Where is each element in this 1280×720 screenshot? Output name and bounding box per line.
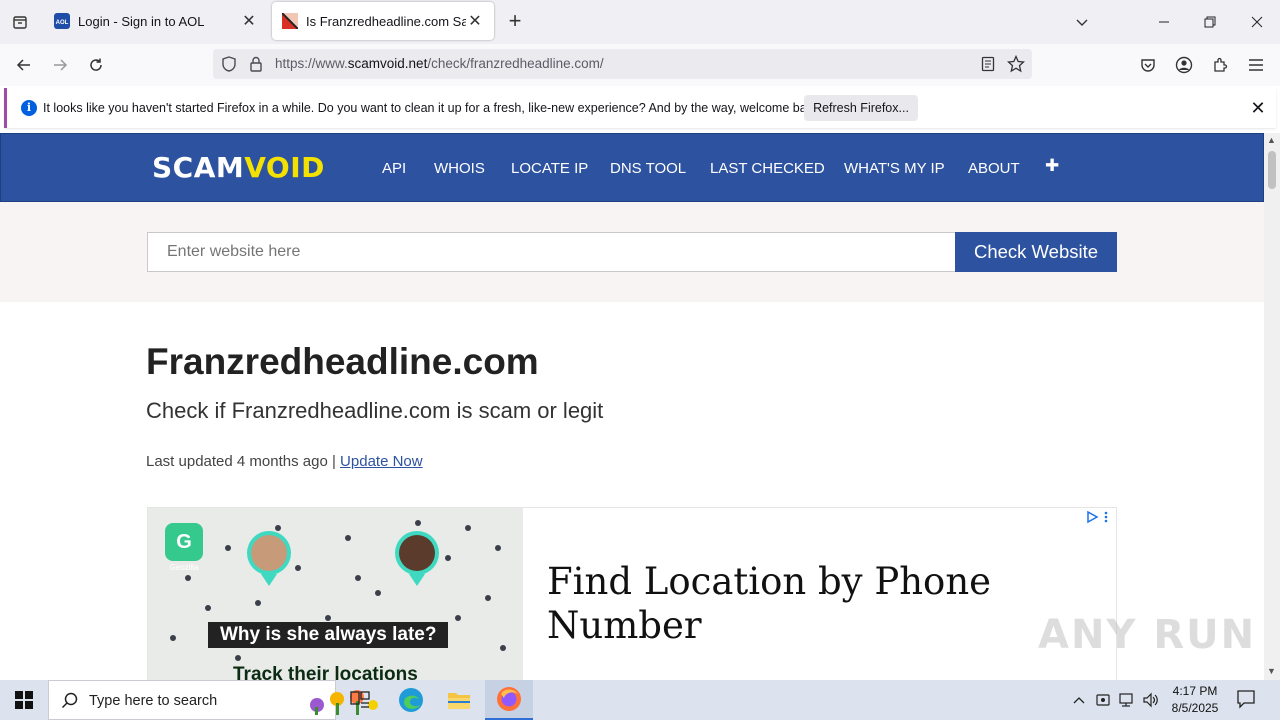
notification-message: It looks like you haven't started Firefo… (43, 101, 823, 115)
page-viewport: SCAMVOID API WHOIS LOCATE IP DNS TOOL LA… (0, 133, 1264, 680)
close-tab-icon[interactable]: ✕ (240, 12, 258, 30)
ad-headline[interactable]: Find Location by Phone Number (547, 560, 1047, 648)
taskbar-search-placeholder: Type here to search (89, 693, 218, 709)
nav-whats-my-ip[interactable]: WHAT'S MY IP (844, 160, 945, 177)
reload-icon[interactable] (82, 52, 110, 78)
meet-now-icon[interactable] (1093, 690, 1113, 710)
minimize-window-icon[interactable] (1150, 8, 1178, 36)
edge-browser-icon[interactable] (387, 680, 435, 720)
tracking-protection-shield-icon[interactable] (221, 56, 237, 77)
refresh-firefox-button[interactable]: Refresh Firefox... (804, 95, 918, 121)
info-icon: i (21, 100, 37, 116)
nav-more-plus-icon[interactable]: ✚ (1045, 156, 1059, 176)
advertisement[interactable]: G Geozilla Why is she always late? Track… (147, 507, 1117, 680)
extensions-icon[interactable] (1206, 52, 1234, 78)
account-icon[interactable] (1170, 52, 1198, 78)
tab-title: Login - Sign in to AOL (78, 13, 205, 29)
nav-about[interactable]: ABOUT (968, 160, 1020, 177)
aol-favicon-icon: AOL (54, 13, 70, 29)
taskbar-clock[interactable]: 4:17 PM 8/5/2025 (1160, 683, 1230, 717)
file-explorer-icon[interactable] (435, 680, 483, 720)
last-updated: Last updated 4 months ago | Update Now (146, 453, 423, 470)
taskbar-search-box[interactable]: Type here to search (48, 680, 378, 720)
task-view-icon[interactable] (336, 680, 384, 720)
new-tab-button[interactable]: + (503, 10, 527, 34)
last-updated-text: Last updated 4 months ago | (146, 453, 336, 470)
nav-dns-tool[interactable]: DNS TOOL (610, 160, 686, 177)
back-arrow-icon[interactable] (10, 52, 38, 78)
ad-crowd-illustration: G Geozilla (148, 508, 523, 680)
list-all-tabs-icon[interactable] (1068, 8, 1096, 36)
close-tab-icon[interactable]: ✕ (466, 12, 484, 30)
firefox-taskbar-icon[interactable] (485, 680, 533, 720)
nav-locate-ip[interactable]: LOCATE IP (511, 160, 588, 177)
update-now-link[interactable]: Update Now (340, 453, 423, 470)
show-hidden-icons-chevron-icon[interactable] (1069, 690, 1089, 710)
url-text[interactable]: https://www.scamvoid.net/check/franzredh… (275, 56, 604, 71)
tab-aol-login[interactable]: AOL Login - Sign in to AOL ✕ (44, 2, 268, 40)
site-logo[interactable]: SCAMVOID (152, 151, 325, 184)
windows-taskbar: Type here to search 4:17 PM 8/5/2025 (0, 680, 1280, 720)
address-bar[interactable]: https://www.scamvoid.net/check/franzredh… (213, 49, 1032, 79)
nav-last-checked[interactable]: LAST CHECKED (710, 160, 825, 177)
page-scrollbar[interactable]: ▲ ▼ (1264, 133, 1280, 680)
start-button[interactable] (0, 680, 48, 720)
adchoices-icon[interactable] (1086, 510, 1110, 527)
tab-scamvoid[interactable]: Is Franzredheadline.com Safe ? ✕ (272, 2, 494, 40)
search-section: Check Website (0, 202, 1264, 302)
lock-icon[interactable] (249, 56, 263, 77)
site-header: SCAMVOID API WHOIS LOCATE IP DNS TOOL LA… (0, 133, 1264, 202)
clock-date: 8/5/2025 (1171, 701, 1219, 715)
reader-view-icon[interactable] (981, 56, 995, 77)
clock-time: 4:17 PM (1172, 684, 1218, 698)
svg-text:Geozilla: Geozilla (170, 563, 199, 572)
ad-image[interactable]: G Geozilla Why is she always late? Track… (148, 508, 523, 680)
network-icon[interactable] (1117, 690, 1137, 710)
check-website-button[interactable]: Check Website (955, 232, 1117, 272)
tab-list-icon[interactable] (8, 10, 32, 34)
svg-text:AOL: AOL (56, 20, 69, 26)
volume-icon[interactable] (1141, 690, 1161, 710)
pocket-icon[interactable] (1134, 52, 1162, 78)
page-subtitle: Check if Franzredheadline.com is scam or… (146, 398, 604, 423)
nav-whois[interactable]: WHOIS (434, 160, 485, 177)
scamvoid-favicon-icon (281, 12, 299, 30)
bookmark-star-icon[interactable] (1006, 54, 1026, 78)
page-title: Franzredheadline.com (146, 341, 539, 382)
scroll-down-arrow-icon[interactable]: ▼ (1267, 666, 1276, 676)
refresh-firefox-notification: i It looks like you haven't started Fire… (4, 88, 1276, 128)
menu-hamburger-icon[interactable] (1242, 52, 1270, 78)
ad-caption: Why is she always late? (208, 622, 449, 648)
close-window-icon[interactable] (1243, 8, 1271, 36)
anyrun-watermark: ANY RUN (1038, 612, 1257, 658)
action-center-icon[interactable] (1236, 689, 1258, 711)
search-icon (61, 692, 79, 715)
website-search-input[interactable] (147, 232, 956, 272)
ad-caption-secondary: Track their locations (233, 664, 418, 680)
navigation-toolbar: https://www.scamvoid.net/check/franzredh… (0, 44, 1280, 86)
forward-arrow-icon[interactable] (46, 52, 74, 78)
scroll-thumb[interactable] (1268, 151, 1276, 189)
tab-strip: AOL Login - Sign in to AOL ✕ Is Franzred… (0, 0, 1280, 44)
svg-text:G: G (176, 531, 192, 553)
restore-window-icon[interactable] (1196, 8, 1224, 36)
scroll-up-arrow-icon[interactable]: ▲ (1267, 135, 1276, 145)
windows-logo-icon (15, 691, 33, 709)
close-notification-icon[interactable]: ✕ (1247, 97, 1269, 119)
tab-title: Is Franzredheadline.com Safe ? (306, 13, 466, 29)
nav-api[interactable]: API (382, 160, 406, 177)
